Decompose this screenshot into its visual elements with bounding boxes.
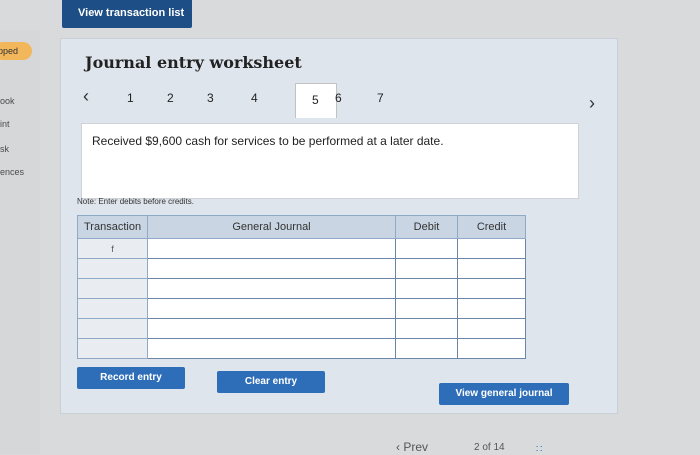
credit-input[interactable] [457,238,526,259]
journal-entry-worksheet-panel: Journal entry worksheet ‹ 1 2 3 4 5 6 7 … [60,38,618,414]
chevron-left-icon[interactable]: ‹ [83,86,89,107]
general-journal-select[interactable] [147,258,396,279]
debit-input[interactable] [395,258,458,279]
view-transaction-list-label: View transaction list [78,7,185,19]
general-journal-select[interactable] [147,338,396,359]
journal-table: Transaction General Journal Debit Credit… [77,215,526,359]
sidebar-link-1[interactable]: ook [0,96,15,106]
debit-input[interactable] [395,338,458,359]
debit-input[interactable] [395,278,458,299]
column-header-general-journal: General Journal [147,215,396,239]
table-row [77,318,526,339]
grid-icon[interactable]: ∷ [536,444,550,455]
status-badge: pped [0,42,32,60]
tab-3[interactable]: 3 [207,91,214,105]
sidebar-link-3[interactable]: sk [0,144,9,154]
table-row [77,338,526,359]
tab-2[interactable]: 2 [167,91,174,105]
prev-button[interactable]: ‹ Prev [396,440,428,454]
worksheet-title: Journal entry worksheet [85,53,302,72]
left-sidebar [0,30,40,454]
general-journal-select[interactable] [147,298,396,319]
transaction-cell [77,278,148,299]
general-journal-select[interactable] [147,238,396,259]
table-row [77,298,526,319]
table-row [77,258,526,279]
transaction-cell [77,258,148,279]
chevron-left-icon: ‹ [396,440,400,454]
credit-input[interactable] [457,318,526,339]
sidebar-link-4[interactable]: ences [0,167,24,177]
page-indicator: 2 of 14 [474,442,505,453]
transaction-description-box: Received $9,600 cash for services to be … [81,123,579,199]
general-journal-select[interactable] [147,318,396,339]
chevron-right-icon[interactable]: › [589,93,595,114]
tab-5-label: 5 [312,93,319,107]
debit-input[interactable] [395,318,458,339]
credit-input[interactable] [457,278,526,299]
tab-7[interactable]: 7 [377,91,384,105]
tab-4[interactable]: 4 [251,91,258,105]
column-header-credit: Credit [457,215,526,239]
record-entry-button[interactable]: Record entry [77,367,185,389]
transaction-description: Received $9,600 cash for services to be … [92,134,444,148]
transaction-cell [77,338,148,359]
credit-input[interactable] [457,258,526,279]
prev-label: Prev [403,440,429,454]
column-header-transaction: Transaction [77,215,148,239]
entry-note: Note: Enter debits before credits. [77,197,194,206]
clear-entry-button[interactable]: Clear entry [217,371,325,393]
transaction-cell [77,298,148,319]
column-header-debit: Debit [395,215,458,239]
debit-input[interactable] [395,238,458,259]
tab-5-active[interactable]: 5 [295,83,337,118]
tab-1[interactable]: 1 [127,91,134,105]
general-journal-select[interactable] [147,278,396,299]
transaction-cell: f [77,238,148,259]
transaction-cell [77,318,148,339]
credit-input[interactable] [457,338,526,359]
debit-input[interactable] [395,298,458,319]
view-transaction-list-button[interactable]: View transaction list [62,0,192,28]
table-row [77,278,526,299]
view-general-journal-button[interactable]: View general journal [439,383,569,405]
tab-6[interactable]: 6 [335,91,342,105]
credit-input[interactable] [457,298,526,319]
table-row: f [77,238,526,259]
sidebar-link-2[interactable]: int [0,119,10,129]
